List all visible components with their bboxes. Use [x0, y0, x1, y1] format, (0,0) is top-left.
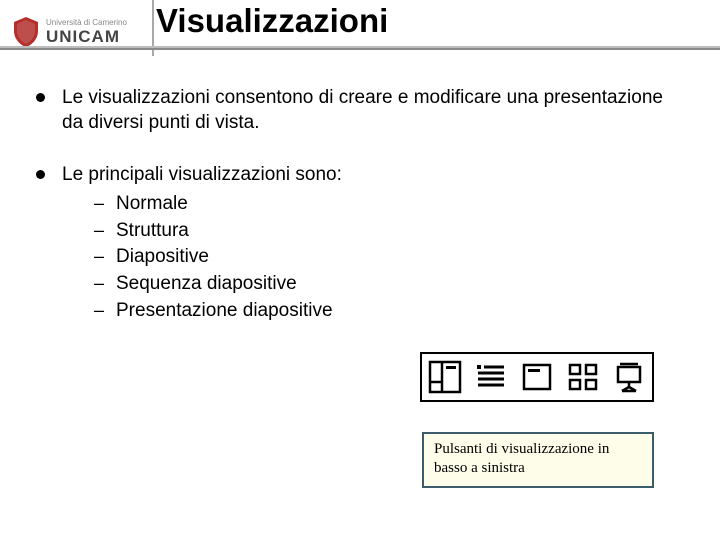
slide-title: Visualizzazioni [156, 2, 388, 40]
caption-box: Pulsanti di visualizzazione in basso a s… [422, 432, 654, 488]
sub-bullet-text: Struttura [116, 220, 189, 241]
sub-bullet: Struttura [62, 219, 676, 244]
bullet-item: Le visualizzazioni consentono di creare … [36, 86, 676, 135]
sub-bullet: Normale [62, 192, 676, 217]
bullet-text: Le visualizzazioni consentono di creare … [62, 87, 663, 133]
slide-header: Università di Camerino UNICAM Visualizza… [0, 0, 720, 62]
logo-text: Università di Camerino UNICAM [46, 19, 127, 45]
header-rule [0, 46, 720, 50]
slideshow-icon [612, 360, 646, 394]
outline-view-button[interactable] [468, 354, 514, 400]
view-buttons-row [420, 352, 654, 402]
slide-body: Le visualizzazioni consentono di creare … [36, 86, 676, 352]
sub-bullet-text: Sequenza diapositive [116, 273, 297, 294]
slide-view-icon [520, 360, 554, 394]
logo-brand: UNICAM [46, 28, 127, 45]
sub-bullet: Sequenza diapositive [62, 272, 676, 297]
sub-list: Normale Struttura Diapositive Sequenza d… [62, 192, 676, 323]
caption-text: Pulsanti di visualizzazione in basso a s… [434, 441, 609, 476]
slide-view-button[interactable] [514, 354, 560, 400]
normal-view-icon [428, 360, 462, 394]
slide-sorter-icon [566, 360, 600, 394]
slide: Università di Camerino UNICAM Visualizza… [0, 0, 720, 540]
normal-view-button[interactable] [422, 354, 468, 400]
bullet-item: Le principali visualizzazioni sono: Norm… [36, 163, 676, 323]
sub-bullet-text: Presentazione diapositive [116, 300, 333, 321]
sub-bullet: Diapositive [62, 245, 676, 270]
sub-bullet-text: Diapositive [116, 246, 209, 267]
outline-view-icon [474, 360, 508, 394]
slide-sorter-button[interactable] [560, 354, 606, 400]
bullet-text: Le principali visualizzazioni sono: [62, 164, 342, 185]
logo-subtitle: Università di Camerino [46, 19, 127, 27]
crest-icon [10, 15, 42, 49]
sub-bullet: Presentazione diapositive [62, 299, 676, 324]
sub-bullet-text: Normale [116, 193, 188, 214]
slideshow-button[interactable] [606, 354, 652, 400]
